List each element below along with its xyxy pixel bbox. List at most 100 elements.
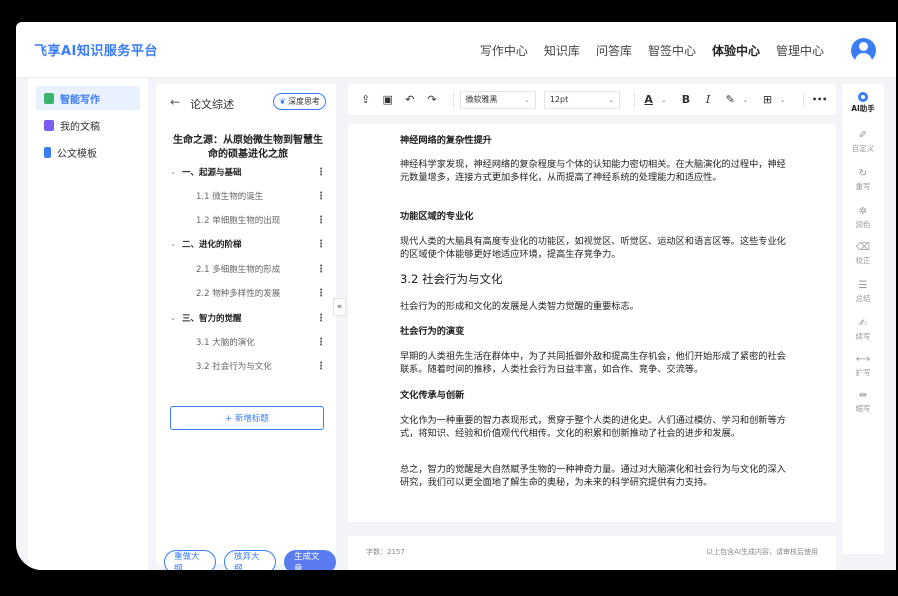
tool-expand[interactable]: ⟷ 扩写 — [842, 354, 884, 378]
paragraph-heading: 文化传承与创新 — [400, 390, 465, 401]
nav-qa-base[interactable]: 问答库 — [596, 42, 632, 59]
editor: ⇪ ▣ ↶ ↷ 微软雅黑 ⌄ 12pt ⌄ A ⌄ B I ✎ ⌄ ⊞ ⌄ ••… — [348, 84, 836, 570]
document-content[interactable]: 神经网络的复杂性提升 神经科学家发现，神经网络的复杂程度与个体的认知能力密切相关… — [348, 124, 836, 522]
polish-icon: ✲ — [858, 206, 868, 217]
more-vertical-icon[interactable]: ⋮ — [316, 313, 326, 324]
add-heading-button[interactable]: + 新增标题 — [170, 406, 324, 430]
more-vertical-icon[interactable]: ⋮ — [316, 337, 326, 348]
undo-icon[interactable]: ↶ — [402, 92, 417, 108]
tool-label: 校正 — [855, 256, 871, 265]
toolbar-divider — [634, 92, 636, 107]
tool-label: 扩写 — [855, 368, 871, 377]
outline-subsection[interactable]: 3.1 大脑的演化 ⋮ — [170, 334, 326, 350]
redo-outline-button[interactable]: 重做大纲 — [164, 550, 216, 570]
redo-icon[interactable]: ↷ — [424, 92, 439, 108]
outline-panel: ← 论文综述 ❦ 深度思考 生命之源：从原始微生物到智慧生命的硕基进化之旅 ⌄ … — [156, 84, 336, 570]
tool-rewrite[interactable]: ↻ 重写 — [842, 168, 884, 192]
table-icon[interactable]: ⊞ — [760, 92, 775, 108]
tool-customize[interactable]: ✐ 自定义 — [842, 130, 884, 154]
outline-subsection[interactable]: 2.1 多细胞生物的形成 ⋮ — [170, 261, 326, 277]
tool-label: AI助手 — [851, 104, 875, 113]
more-vertical-icon[interactable]: ⋮ — [316, 215, 326, 226]
tool-label: 总结 — [855, 294, 871, 303]
font-size-select[interactable]: 12pt ⌄ — [543, 90, 621, 109]
bold-icon[interactable]: B — [678, 92, 693, 108]
back-arrow-icon[interactable]: ← — [170, 95, 180, 109]
more-vertical-icon[interactable]: ⋮ — [316, 288, 326, 299]
nav-management-center[interactable]: 管理中心 — [776, 42, 824, 59]
sidebar-item-label: 智能写作 — [60, 94, 100, 106]
chevron-down-icon[interactable]: ⌄ — [170, 240, 182, 248]
ai-content-notice: 以上包含AI生成内容，请审核后使用 — [706, 548, 818, 556]
outline-actions: 重做大纲 放弃大纲 生成文章 — [164, 550, 336, 570]
user-avatar-icon[interactable] — [851, 38, 876, 63]
nav-experience-center[interactable]: 体验中心 — [712, 42, 760, 59]
outline-subsection[interactable]: 1.2 单细胞生物的出现 ⋮ — [170, 212, 326, 228]
more-vertical-icon[interactable]: ⋮ — [316, 264, 326, 275]
tool-polish[interactable]: ✲ 润色 — [842, 206, 884, 230]
chevron-down-icon[interactable]: ⌄ — [656, 92, 671, 108]
shorten-icon: ⇹ — [858, 390, 868, 401]
outline-subsection-label: 3.1 大脑的演化 — [196, 338, 255, 348]
outline-section[interactable]: ⌄ 三、智力的觉醒 ⋮ — [170, 310, 326, 326]
outline-section-label: 二、进化的阶梯 — [182, 240, 242, 250]
italic-icon[interactable]: I — [701, 92, 716, 108]
chevron-down-icon[interactable]: ⌄ — [738, 92, 753, 108]
proofread-icon: ⌫ — [855, 242, 871, 253]
top-nav: 写作中心 知识库 问答库 智签中心 体验中心 管理中心 — [480, 42, 824, 59]
sidebar-item-templates[interactable]: 公文模板 — [36, 140, 140, 164]
sidebar-item-my-drafts[interactable]: 我的文稿 — [36, 113, 140, 137]
outline-title: 论文综述 — [190, 98, 234, 111]
more-options-icon[interactable]: ••• — [810, 92, 829, 108]
outline-section-label: 一、起源与基础 — [182, 168, 242, 178]
deep-think-button[interactable]: ❦ 深度思考 — [273, 93, 326, 110]
nav-sign-center[interactable]: 智签中心 — [648, 42, 696, 59]
smart-writing-icon — [44, 92, 54, 104]
document-title: 生命之源：从原始微生物到智慧生命的硕基进化之旅 — [173, 135, 323, 160]
outline-subsection[interactable]: 1.1 微生物的诞生 ⋮ — [170, 188, 326, 204]
outline-subsection[interactable]: 2.2 物种多样性的发展 ⋮ — [170, 285, 326, 301]
generate-article-button[interactable]: 生成文章 — [284, 550, 336, 570]
chevron-down-icon[interactable]: ⌄ — [775, 92, 790, 108]
more-vertical-icon[interactable]: ⋮ — [316, 191, 326, 202]
font-family-value: 微软雅黑 — [465, 95, 498, 104]
sidebar-item-smart-writing[interactable]: 智能写作 — [36, 86, 140, 110]
chevron-down-icon[interactable]: ⌄ — [170, 314, 182, 322]
discard-outline-button[interactable]: 放弃大纲 — [224, 550, 276, 570]
sidebar-item-label: 公文模板 — [57, 148, 97, 160]
left-sidebar: 智能写作 我的文稿 公文模板 — [28, 78, 148, 570]
more-vertical-icon[interactable]: ⋮ — [316, 361, 326, 372]
tool-continue[interactable]: ✍ 续写 — [842, 318, 884, 342]
app-screen: 飞享AI知识服务平台 写作中心 知识库 问答库 智签中心 体验中心 管理中心 智… — [16, 22, 896, 570]
outline-subsection-label: 2.2 物种多样性的发展 — [196, 289, 281, 299]
toolbar-divider — [803, 92, 805, 107]
outline-section[interactable]: ⌄ 一、起源与基础 ⋮ — [170, 164, 326, 180]
chevron-down-icon: ⌄ — [523, 95, 530, 104]
paragraph: 现代人类的大脑具有高度专业化的功能区，如视觉区、听觉区、运动区和语言区等。这些专… — [400, 236, 786, 260]
tool-label: 润色 — [855, 220, 871, 229]
ai-assistant-tab[interactable]: AI助手 — [842, 92, 884, 114]
save-icon[interactable]: ▣ — [380, 92, 395, 108]
tool-summary[interactable]: ☰ 总结 — [842, 280, 884, 304]
tool-shorten[interactable]: ⇹ 缩写 — [842, 390, 884, 414]
paragraph: 早期的人类祖先生活在群体中，为了共同抵御外敌和提高生存机会，他们开始形成了紧密的… — [400, 351, 786, 375]
outline-section[interactable]: ⌄ 二、进化的阶梯 ⋮ — [170, 236, 326, 252]
font-color-icon[interactable]: A — [641, 92, 656, 108]
collapse-panel-icon[interactable]: « — [333, 298, 346, 316]
share-icon[interactable]: ⇪ — [358, 92, 373, 108]
chevron-down-icon[interactable]: ⌄ — [170, 168, 182, 176]
chevron-down-icon: ⌄ — [608, 95, 615, 104]
more-vertical-icon[interactable]: ⋮ — [316, 239, 326, 250]
outline-subsection[interactable]: 3.2 社会行为与文化 ⋮ — [170, 358, 326, 374]
nav-knowledge-base[interactable]: 知识库 — [544, 42, 580, 59]
more-vertical-icon[interactable]: ⋮ — [316, 167, 326, 178]
customize-icon: ✐ — [858, 130, 868, 141]
paragraph: 总之，智力的觉醒是大自然赋予生物的一种神奇力量。通过对大脑演化和社会行为与文化的… — [400, 464, 786, 488]
my-drafts-icon — [44, 119, 54, 131]
nav-writing-center[interactable]: 写作中心 — [480, 42, 528, 59]
avatar-head — [859, 42, 868, 51]
font-family-select[interactable]: 微软雅黑 ⌄ — [459, 90, 536, 109]
outline-subsection-label: 1.1 微生物的诞生 — [196, 192, 264, 202]
highlight-icon[interactable]: ✎ — [723, 92, 738, 108]
tool-proofread[interactable]: ⌫ 校正 — [842, 242, 884, 266]
